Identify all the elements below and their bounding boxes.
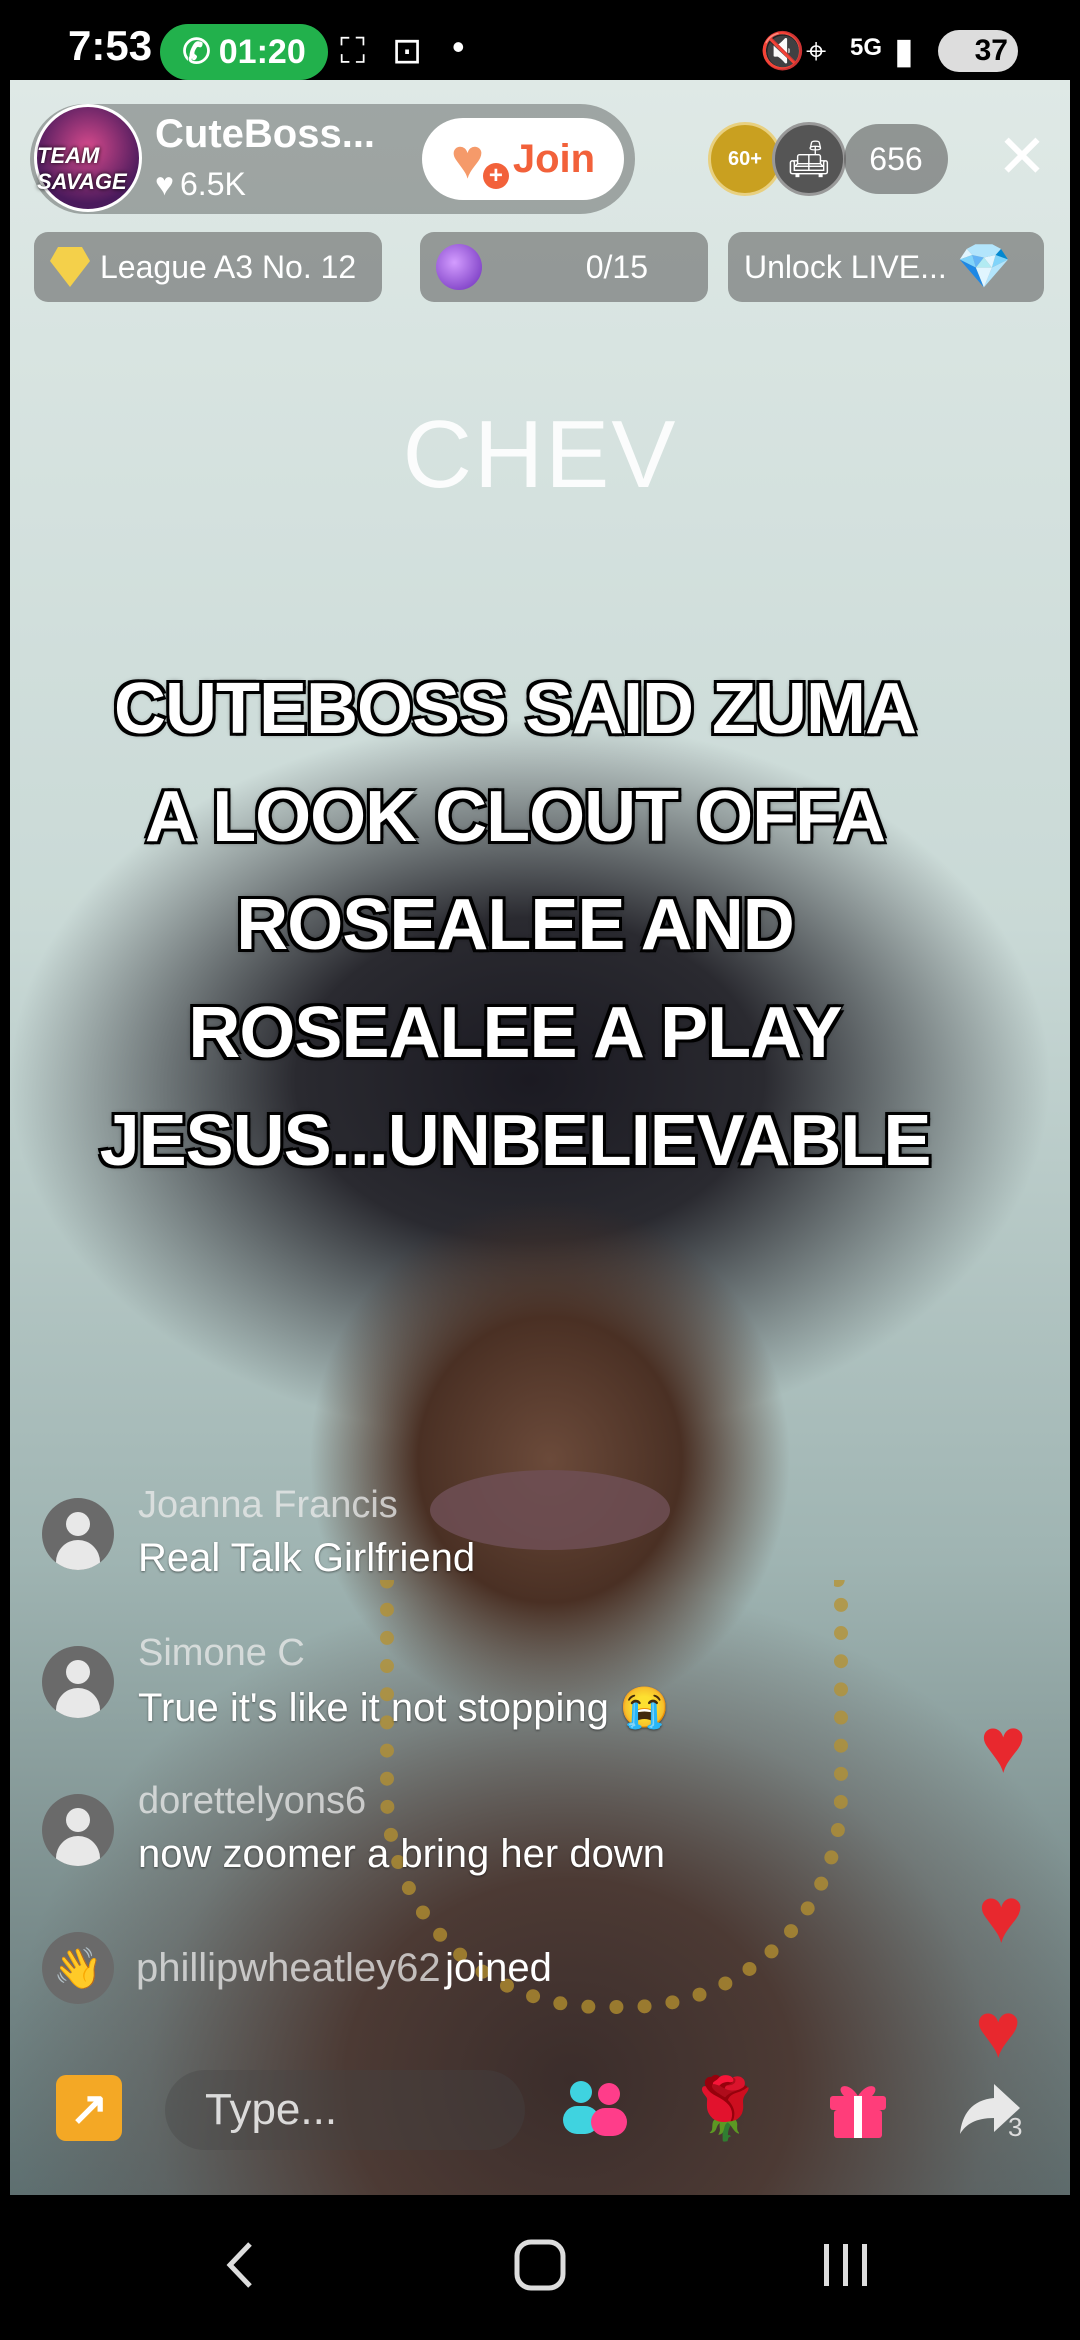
screen-record-icon: ⛶ [340, 30, 366, 71]
comment-text: True it's like it not stopping 😭 [138, 1686, 670, 1730]
join-verb: joined [445, 1945, 552, 1990]
host-name[interactable]: CuteBoss... [155, 112, 375, 157]
user-avatar-icon [42, 1794, 114, 1866]
comment-username[interactable]: Joanna Francis [138, 1484, 398, 1527]
recent-apps-icon[interactable] [806, 2225, 886, 2305]
top-viewer-avatar[interactable]: 🛋 [772, 122, 846, 196]
status-time: 7:53 [68, 22, 153, 69]
caption-line: JESUS...UNBELIEVABLE [99, 1101, 932, 1181]
join-label: Join [512, 136, 596, 181]
floating-heart-icon: ♥ [975, 1986, 1022, 2074]
signal-icon: ▮ [894, 30, 914, 71]
share-count: 3 [1008, 2112, 1023, 2142]
dot-icon: • [452, 26, 465, 67]
avatar-logo-text: TEAM SAVAGE [37, 143, 127, 194]
goal-progress: 0/15 [585, 248, 648, 285]
comment-item[interactable]: Joanna Francis Real Talk Girlfriend [42, 1484, 922, 1584]
battery-icon: 37 [938, 30, 1018, 72]
floating-heart-icon: ♥ [978, 1871, 1025, 1959]
home-icon[interactable] [500, 2225, 580, 2305]
ongoing-call-pill[interactable]: ✆ 01:20 [160, 24, 328, 80]
viewer-badge-label: 60+ [728, 147, 762, 170]
comment-username[interactable]: Simone C [138, 1632, 305, 1675]
league-label: League A3 No. 12 [100, 248, 357, 285]
people-icon[interactable] [555, 2068, 635, 2148]
host-avatar[interactable]: TEAM SAVAGE [34, 104, 142, 212]
call-timer: 01:20 [218, 32, 306, 71]
fan-club-heart-icon: ♥ + [451, 131, 509, 189]
join-event: 👋 phillipwheatley62 joined [42, 1932, 552, 2004]
rose-icon[interactable]: 🌹 [685, 2068, 765, 2148]
comment-username[interactable]: dorettelyons6 [138, 1780, 366, 1823]
mute-icon: 🔇 [760, 30, 805, 71]
floating-heart-icon: ♥ [980, 1701, 1027, 1789]
user-avatar-icon [42, 1498, 114, 1570]
phone-call-icon: ✆ [182, 33, 211, 71]
back-icon[interactable] [200, 2225, 280, 2305]
location-icon: ⌖ [806, 30, 827, 71]
likes-count: 6.5K [180, 166, 246, 202]
caption-line: ROSEALEE AND [236, 885, 794, 965]
sofa-icon: 🛋 [786, 138, 832, 179]
viewer-count[interactable]: 656 [844, 124, 948, 194]
comment-input[interactable]: Type... [165, 2070, 525, 2150]
heart-icon: ♥ [155, 166, 174, 202]
caption-text: CUTEBOSS SAID ZUMA A LOOK CLOUT OFFA ROS… [40, 655, 990, 1195]
join-button[interactable]: ♥ + Join [422, 118, 624, 200]
unlock-live-chip[interactable]: Unlock LIVE... 💎 [728, 232, 1044, 302]
caption-line: CUTEBOSS SAID ZUMA [113, 669, 917, 749]
host-likes: ♥ 6.5K [155, 166, 246, 203]
user-avatar-icon [42, 1646, 114, 1718]
wave-hand-icon: 👋 [42, 1932, 114, 2004]
caption-line: ROSEALEE A PLAY [188, 993, 842, 1073]
caption-line: A LOOK CLOUT OFFA [144, 777, 886, 857]
battery-level: 37 [974, 34, 1008, 67]
top-viewer-badge[interactable]: 60+ [708, 122, 782, 196]
5g-icon: 5G [850, 34, 883, 61]
watermark-text: CHEV [402, 401, 678, 508]
join-username[interactable]: phillipwheatley62 [136, 1946, 441, 1990]
potion-icon [436, 244, 482, 290]
goal-chip[interactable]: 0/15 [420, 232, 708, 302]
league-chip[interactable]: League A3 No. 12 [34, 232, 382, 302]
gift-icon[interactable] [818, 2068, 898, 2148]
comment-item[interactable]: dorettelyons6 now zoomer a bring her dow… [42, 1780, 922, 1880]
close-icon[interactable]: ✕ [990, 125, 1054, 189]
diamond-icon [50, 247, 90, 287]
comment-item[interactable]: Simone C True it's like it not stopping … [42, 1632, 922, 1732]
share-live-icon[interactable]: ↗ [56, 2075, 122, 2141]
pink-diamond-icon: 💎 [956, 242, 1012, 291]
screenshot-icon: ⊡ [392, 30, 423, 71]
unlock-label: Unlock LIVE... [744, 248, 947, 285]
comment-text: now zoomer a bring her down [138, 1832, 665, 1876]
comment-text: Real Talk Girlfriend [138, 1536, 476, 1580]
